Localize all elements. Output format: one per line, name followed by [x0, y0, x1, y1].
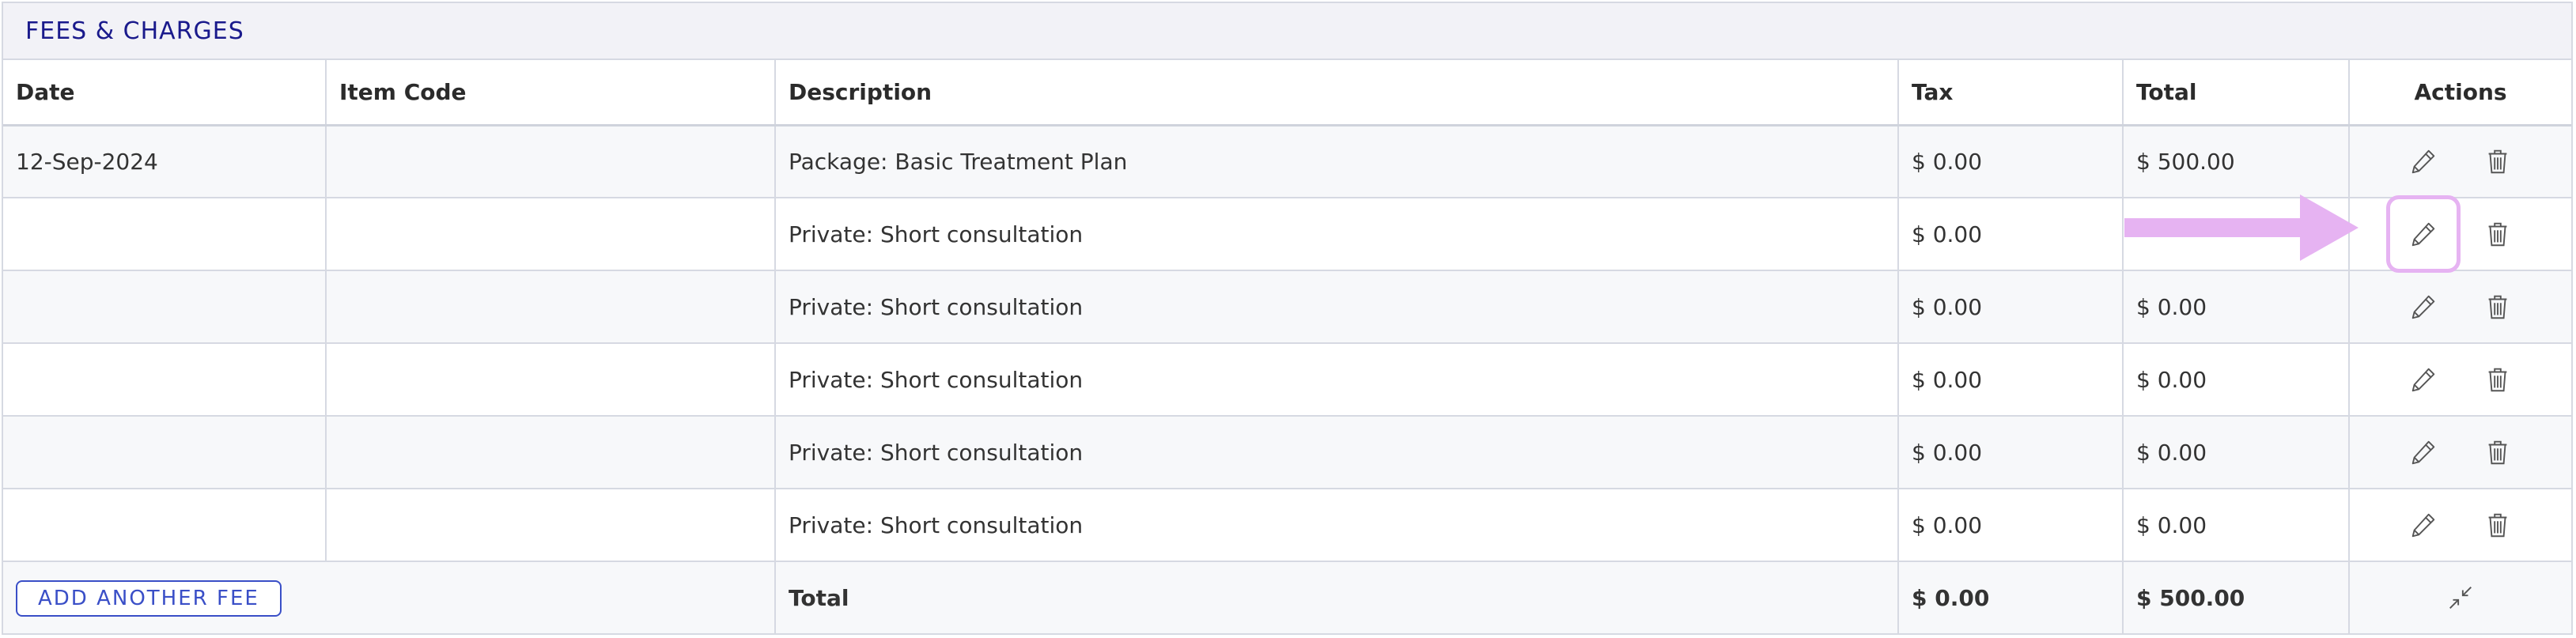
pencil-icon[interactable]	[2404, 360, 2443, 399]
column-header-description[interactable]: Description	[775, 60, 1899, 126]
cell-description: Private: Short consultation	[775, 489, 1899, 562]
cell-tax: $ 0.00	[1898, 343, 2124, 417]
cell-date	[3, 343, 327, 417]
column-header-date[interactable]: Date	[3, 60, 327, 126]
fees-charges-panel: FEES & CHARGES Date Item Code Descriptio…	[2, 2, 2573, 635]
column-header-actions: Actions	[2349, 60, 2571, 126]
pencil-icon[interactable]	[2404, 432, 2443, 472]
table-row: Private: Short consultation $ 0.00 $ 0.0…	[3, 416, 2571, 489]
cell-date: 12-Sep-2024	[3, 125, 327, 198]
column-header-tax[interactable]: Tax	[1898, 60, 2124, 126]
cell-tax: $ 0.00	[1898, 416, 2124, 489]
cell-date	[3, 416, 327, 489]
cell-tax: $ 0.00	[1898, 270, 2124, 344]
add-another-fee-button[interactable]: ADD ANOTHER FEE	[16, 579, 282, 617]
cell-tax: $ 0.00	[1898, 489, 2124, 562]
cell-total: $ 500.00	[2123, 125, 2350, 198]
cell-item-code	[326, 125, 776, 198]
cell-description: Private: Short consultation	[775, 343, 1899, 417]
table-row: Private: Short consultation $ 0.00 $ 0.0…	[3, 270, 2571, 344]
panel-title: FEES & CHARGES	[25, 17, 244, 45]
cell-date	[3, 198, 327, 271]
trash-icon[interactable]	[2478, 432, 2517, 472]
trash-icon[interactable]	[2478, 142, 2517, 181]
highlight-arrow-icon	[2124, 194, 2358, 261]
cell-item-code	[326, 270, 776, 344]
table-row: 12-Sep-2024 Package: Basic Treatment Pla…	[3, 125, 2571, 198]
cell-total: $ 0.00	[2123, 489, 2350, 562]
cell-description: Private: Short consultation	[775, 270, 1899, 344]
cell-tax: $ 0.00	[1898, 125, 2124, 198]
pencil-icon[interactable]	[2404, 142, 2443, 181]
table-footer-row: ADD ANOTHER FEE Total $ 0.00 $ 500.00	[3, 561, 2571, 633]
cell-item-code	[326, 198, 776, 271]
cell-total: $ 0.00	[2123, 416, 2350, 489]
footer-grand-total: $ 500.00	[2123, 561, 2350, 633]
panel-header: FEES & CHARGES	[3, 3, 2571, 60]
cell-description: Private: Short consultation	[775, 198, 1899, 271]
table-header-row: Date Item Code Description Tax Total Act…	[3, 60, 2571, 126]
pencil-icon[interactable]	[2386, 195, 2461, 273]
trash-icon[interactable]	[2478, 287, 2517, 327]
pencil-icon[interactable]	[2404, 505, 2443, 545]
cell-description: Package: Basic Treatment Plan	[775, 125, 1899, 198]
cell-tax: $ 0.00	[1898, 198, 2124, 271]
cell-description: Private: Short consultation	[775, 416, 1899, 489]
collapse-icon[interactable]	[2441, 578, 2480, 617]
cell-total: $ 0.00	[2123, 343, 2350, 417]
fees-table: Date Item Code Description Tax Total Act…	[3, 60, 2571, 633]
column-header-total[interactable]: Total	[2123, 60, 2350, 126]
column-header-item-code[interactable]: Item Code	[326, 60, 776, 126]
cell-item-code	[326, 416, 776, 489]
table-row: Private: Short consultation $ 0.00 $ 0.0…	[3, 489, 2571, 562]
trash-icon[interactable]	[2478, 214, 2517, 254]
cell-item-code	[326, 343, 776, 417]
cell-item-code	[326, 489, 776, 562]
table-row: Private: Short consultation $ 0.00 $ 0.0…	[3, 343, 2571, 417]
trash-icon[interactable]	[2478, 360, 2517, 399]
cell-date	[3, 270, 327, 344]
pencil-icon[interactable]	[2404, 287, 2443, 327]
trash-icon[interactable]	[2478, 505, 2517, 545]
footer-tax-total: $ 0.00	[1898, 561, 2124, 633]
footer-total-label: Total	[775, 561, 1899, 633]
cell-total: $ 0.00	[2123, 270, 2350, 344]
edit-highlight-ring	[2386, 195, 2461, 273]
cell-date	[3, 489, 327, 562]
